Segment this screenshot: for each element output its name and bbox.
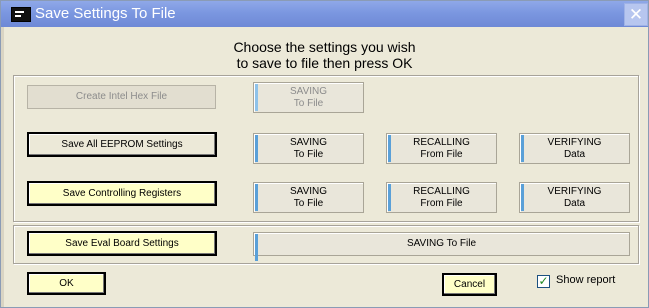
window-title: Save Settings To File xyxy=(35,5,176,22)
eeprom-verifying-indicator: VERIFYING Data xyxy=(519,133,630,164)
eeprom-verifying-line1: VERIFYING xyxy=(547,137,602,148)
registers-saving-line1: SAVING xyxy=(289,186,328,197)
eeprom-saving-line2: To File xyxy=(293,149,324,160)
registers-recalling-indicator: RECALLING From File xyxy=(386,182,497,213)
instructions-line-1: Choose the settings you wish xyxy=(233,39,416,55)
instructions-line-2: to save to file then press OK xyxy=(236,55,413,71)
eeprom-saving-indicator: SAVING To File xyxy=(253,133,364,164)
save-all-eeprom-button[interactable]: Save All EEPROM Settings xyxy=(27,132,217,157)
cancel-button[interactable]: Cancel xyxy=(442,273,497,296)
app-icon xyxy=(11,7,31,22)
registers-verifying-line2: Data xyxy=(563,198,586,209)
hex-saving-line1: SAVING xyxy=(289,86,328,97)
instructions-text: Choose the settings you wish to save to … xyxy=(1,39,648,71)
registers-saving-line2: To File xyxy=(293,198,324,209)
registers-saving-indicator: SAVING To File xyxy=(253,182,364,213)
eeprom-recalling-indicator: RECALLING From File xyxy=(386,133,497,164)
eval-saving-indicator: SAVING To File xyxy=(253,232,630,261)
registers-recalling-line2: From File xyxy=(420,198,463,209)
eeprom-verifying-line2: Data xyxy=(563,149,586,160)
hex-saving-indicator: SAVING To File xyxy=(253,82,364,113)
save-controlling-registers-button[interactable]: Save Controlling Registers xyxy=(27,181,217,206)
registers-verifying-indicator: VERIFYING Data xyxy=(519,182,630,213)
show-report-label[interactable]: Show report xyxy=(556,274,615,286)
hex-saving-line2: To File xyxy=(293,98,324,109)
eeprom-saving-line1: SAVING xyxy=(289,137,328,148)
ok-button[interactable]: OK xyxy=(27,272,106,295)
eeprom-recalling-line1: RECALLING xyxy=(413,137,470,148)
show-report-checkbox[interactable]: ✓ xyxy=(537,275,550,288)
eeprom-recalling-line2: From File xyxy=(420,149,463,160)
create-intel-hex-button[interactable]: Create Intel Hex File xyxy=(27,85,216,109)
title-bar[interactable]: Save Settings To File ✕ xyxy=(1,1,648,27)
registers-recalling-line1: RECALLING xyxy=(413,186,470,197)
registers-verifying-line1: VERIFYING xyxy=(547,186,602,197)
save-eval-board-button[interactable]: Save Eval Board Settings xyxy=(27,231,217,256)
close-button[interactable]: ✕ xyxy=(624,3,648,26)
save-settings-dialog: Save Settings To File ✕ Choose the setti… xyxy=(0,0,649,308)
